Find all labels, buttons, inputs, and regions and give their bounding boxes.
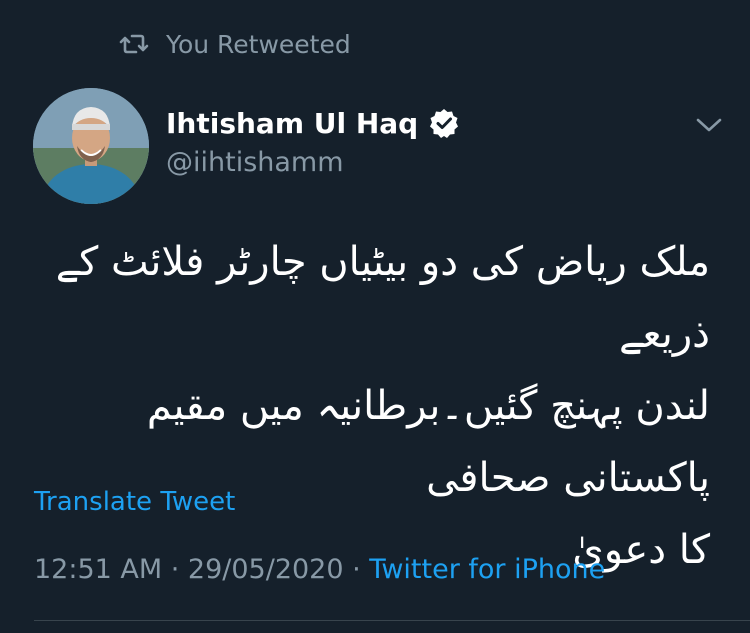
tweet-time: 12:51 AM xyxy=(34,554,163,585)
tweet-date: 29/05/2020 xyxy=(187,554,344,585)
display-name[interactable]: Ihtisham Ul Haq xyxy=(166,107,418,140)
chevron-down-icon[interactable] xyxy=(692,112,726,138)
meta-separator: · xyxy=(343,554,370,585)
tweet-container: You Retweeted Ihtisham Ul Haq @iihtisham… xyxy=(0,0,750,633)
retweet-icon xyxy=(119,34,149,54)
author-name-row[interactable]: Ihtisham Ul Haq xyxy=(166,103,460,143)
profile-photo xyxy=(33,88,149,204)
retweet-indicator: You Retweeted xyxy=(118,26,351,62)
tweet-source-link[interactable]: Twitter for iPhone xyxy=(369,554,605,585)
translate-tweet-link[interactable]: Translate Tweet xyxy=(34,487,235,517)
tweet-text: ملک ریاض کی دو بیٹیاں چارٹر فلائٹ کے ذری… xyxy=(55,239,710,573)
verified-badge-icon xyxy=(430,109,459,138)
user-handle[interactable]: @iihtishamm xyxy=(166,147,344,178)
meta-separator: · xyxy=(162,554,188,585)
retweet-label: You Retweeted xyxy=(166,29,351,59)
tweet-metadata: 12:51 AM · 29/05/2020 · Twitter for iPho… xyxy=(34,554,605,585)
divider xyxy=(34,620,750,621)
avatar[interactable] xyxy=(33,88,149,204)
